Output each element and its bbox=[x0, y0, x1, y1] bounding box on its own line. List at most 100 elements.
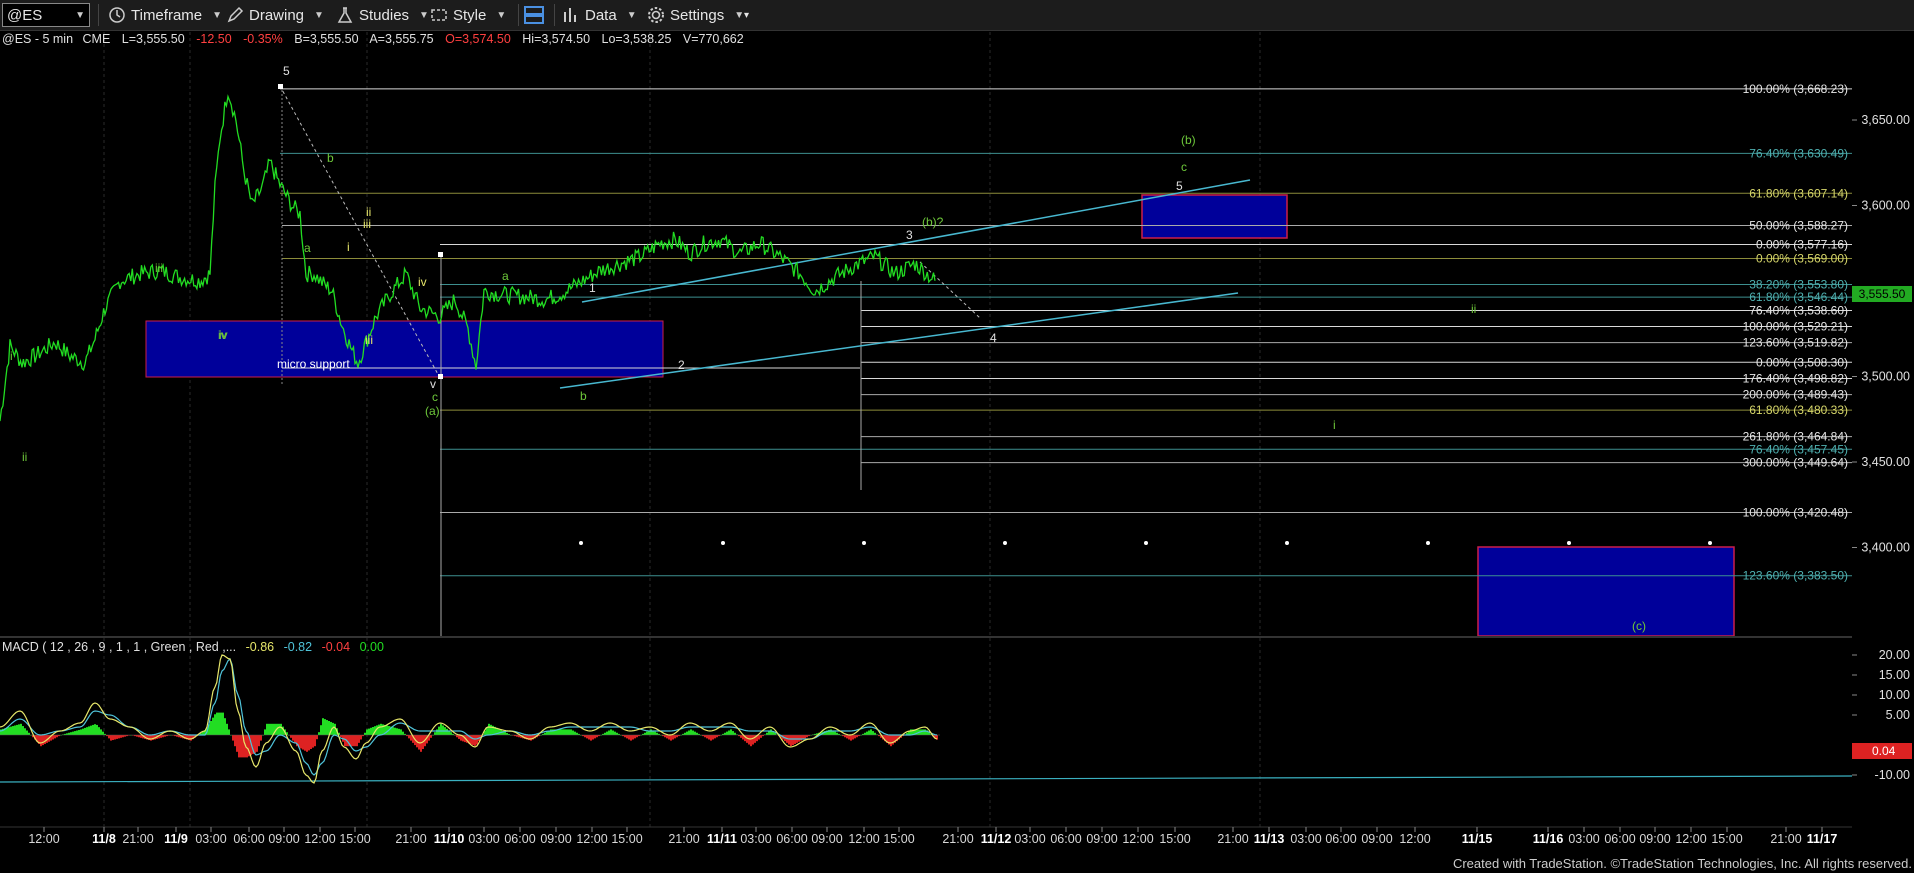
macd-hist-bar bbox=[300, 735, 302, 749]
macd-hist-bar bbox=[326, 720, 328, 735]
macd-hist-bar bbox=[616, 732, 618, 735]
fib-level-label: 0.00% (3,577.16) bbox=[1756, 238, 1848, 252]
fib-level-label: 300.00% (3,449.64) bbox=[1743, 456, 1848, 470]
macd-hist-bar bbox=[834, 731, 836, 735]
time-tick-label: 15:00 bbox=[339, 832, 370, 846]
macd-hist-bar bbox=[218, 712, 220, 735]
macd-line bbox=[0, 654, 938, 784]
macd-hist-bar bbox=[692, 730, 694, 735]
macd-hist-bar bbox=[558, 729, 560, 735]
macd-hist-bar bbox=[864, 732, 866, 735]
wave-label: 5 bbox=[1176, 179, 1183, 193]
macd-hist-bar bbox=[734, 732, 736, 735]
macd-hist-bar bbox=[612, 730, 614, 735]
macd-hist-bar bbox=[234, 735, 236, 747]
macd-hist-bar bbox=[592, 735, 594, 740]
macd-hist-bar bbox=[866, 731, 868, 735]
macd-hist-bar bbox=[922, 729, 924, 735]
macd-hist-bar bbox=[544, 732, 546, 735]
time-tick-label: 03:00 bbox=[740, 832, 771, 846]
macd-params: MACD ( 12 , 26 , 9 , 1 , 1 , Green , Red… bbox=[2, 640, 236, 654]
macd-hist-bar bbox=[792, 735, 794, 746]
macd-hist-bar bbox=[114, 735, 116, 740]
macd-hist-bar bbox=[672, 735, 674, 740]
macd-hist-bar bbox=[670, 735, 672, 741]
macd-hist-bar bbox=[770, 729, 772, 735]
macd-hist-bar bbox=[586, 735, 588, 739]
time-tick-label: 06:00 bbox=[1604, 832, 1635, 846]
macd-hist-bar bbox=[758, 735, 760, 740]
macd-hist-bar bbox=[760, 735, 762, 738]
macd-hist-bar bbox=[360, 735, 362, 740]
macd-hist-bar bbox=[676, 735, 678, 738]
macd-hist-bar bbox=[266, 723, 268, 735]
fib-level-label: 61.80% (3,480.33) bbox=[1749, 403, 1848, 417]
wave-label: (c) bbox=[1632, 619, 1646, 633]
macd-hist-bar bbox=[504, 731, 506, 735]
macd-hist-bar bbox=[852, 735, 854, 740]
macd-hist-bar bbox=[588, 735, 590, 740]
time-tick-label: 09:00 bbox=[1086, 832, 1117, 846]
time-tick-label: 12:00 bbox=[1122, 832, 1153, 846]
wave-label: (b)? bbox=[922, 215, 944, 229]
fib-level-label: 123.60% (3,519.82) bbox=[1743, 336, 1848, 350]
header-change-pct: -0.35% bbox=[243, 32, 283, 46]
time-tick-label: 21:00 bbox=[122, 832, 153, 846]
macd-hist-bar bbox=[566, 729, 568, 735]
macd-hist-bar bbox=[80, 729, 82, 735]
header-symbol: @ES - 5 min bbox=[2, 32, 73, 46]
wave-label: iii bbox=[363, 217, 371, 231]
macd-hist-bar bbox=[434, 732, 436, 735]
macd-hist-bar bbox=[550, 729, 552, 735]
macd-hist-bar bbox=[730, 729, 732, 735]
time-tick-label: 09:00 bbox=[540, 832, 571, 846]
macd-header: MACD ( 12 , 26 , 9 , 1 , 1 , Green , Red… bbox=[2, 640, 384, 654]
header-open: O=3,574.50 bbox=[445, 32, 511, 46]
projection-markers bbox=[579, 541, 1712, 545]
wave-label: c bbox=[1181, 160, 1187, 174]
macd-hist-bar bbox=[656, 732, 658, 735]
macd-hist-bar bbox=[574, 731, 576, 735]
wave-label: 1 bbox=[589, 281, 596, 295]
macd-hist-bar bbox=[364, 732, 366, 735]
chart-canvas[interactable]: @ES - 5 min CME L=3,555.50 -12.50 -0.35%… bbox=[0, 0, 1914, 873]
fib-level-label: 100.00% (3,420.48) bbox=[1743, 505, 1848, 519]
macd-hist-bar bbox=[674, 735, 676, 739]
macd-hist-bar bbox=[614, 731, 616, 735]
macd-current-value: 0.04 bbox=[1872, 744, 1896, 758]
macd-hist-bar bbox=[630, 735, 632, 741]
macd-hist-bar bbox=[872, 731, 874, 735]
macd-hist-bar bbox=[42, 735, 44, 746]
macd-hist-bar bbox=[112, 735, 114, 741]
macd-hist-bar bbox=[210, 721, 212, 735]
price-tick-label: 3,400.00 bbox=[1861, 541, 1910, 555]
micro-support-label: micro support bbox=[277, 357, 350, 371]
chart-header: @ES - 5 min CME L=3,555.50 -12.50 -0.35%… bbox=[2, 32, 744, 46]
macd-hist-bar bbox=[430, 735, 432, 738]
time-tick-label: 11/13 bbox=[1254, 832, 1285, 846]
header-bid: B=3,555.50 bbox=[294, 32, 358, 46]
macd-hist-bar bbox=[732, 731, 734, 735]
time-tick-label: 15:00 bbox=[1711, 832, 1742, 846]
time-tick-label: 03:00 bbox=[1290, 832, 1321, 846]
macd-hist-bar bbox=[712, 735, 714, 740]
macd-hist-bar bbox=[590, 735, 592, 741]
macd-hist-bar bbox=[10, 726, 12, 735]
macd-hist-bar bbox=[340, 735, 342, 738]
macd-hist-bar bbox=[228, 729, 230, 735]
macd-hist-bar bbox=[8, 727, 10, 735]
macd-hist-bar bbox=[442, 725, 444, 735]
macd-hist-bar bbox=[568, 729, 570, 735]
macd-hist-bar bbox=[370, 727, 372, 735]
macd-hist-bar bbox=[110, 735, 112, 741]
macd-hist-bar bbox=[646, 731, 648, 735]
wave-label: (b) bbox=[1181, 133, 1196, 147]
fib-level-label: 100.00% (3,668.23) bbox=[1743, 82, 1848, 96]
fib-level-label: 100.00% (3,529.21) bbox=[1743, 320, 1848, 334]
header-last: L=3,555.50 bbox=[122, 32, 185, 46]
fib-level-label: 200.00% (3,489.43) bbox=[1743, 388, 1848, 402]
fib-level-label: 76.40% (3,457.45) bbox=[1749, 442, 1848, 456]
wave-label: (a) bbox=[425, 404, 440, 418]
macd-hist-bar bbox=[724, 732, 726, 735]
macd-hist-bar bbox=[96, 724, 98, 735]
